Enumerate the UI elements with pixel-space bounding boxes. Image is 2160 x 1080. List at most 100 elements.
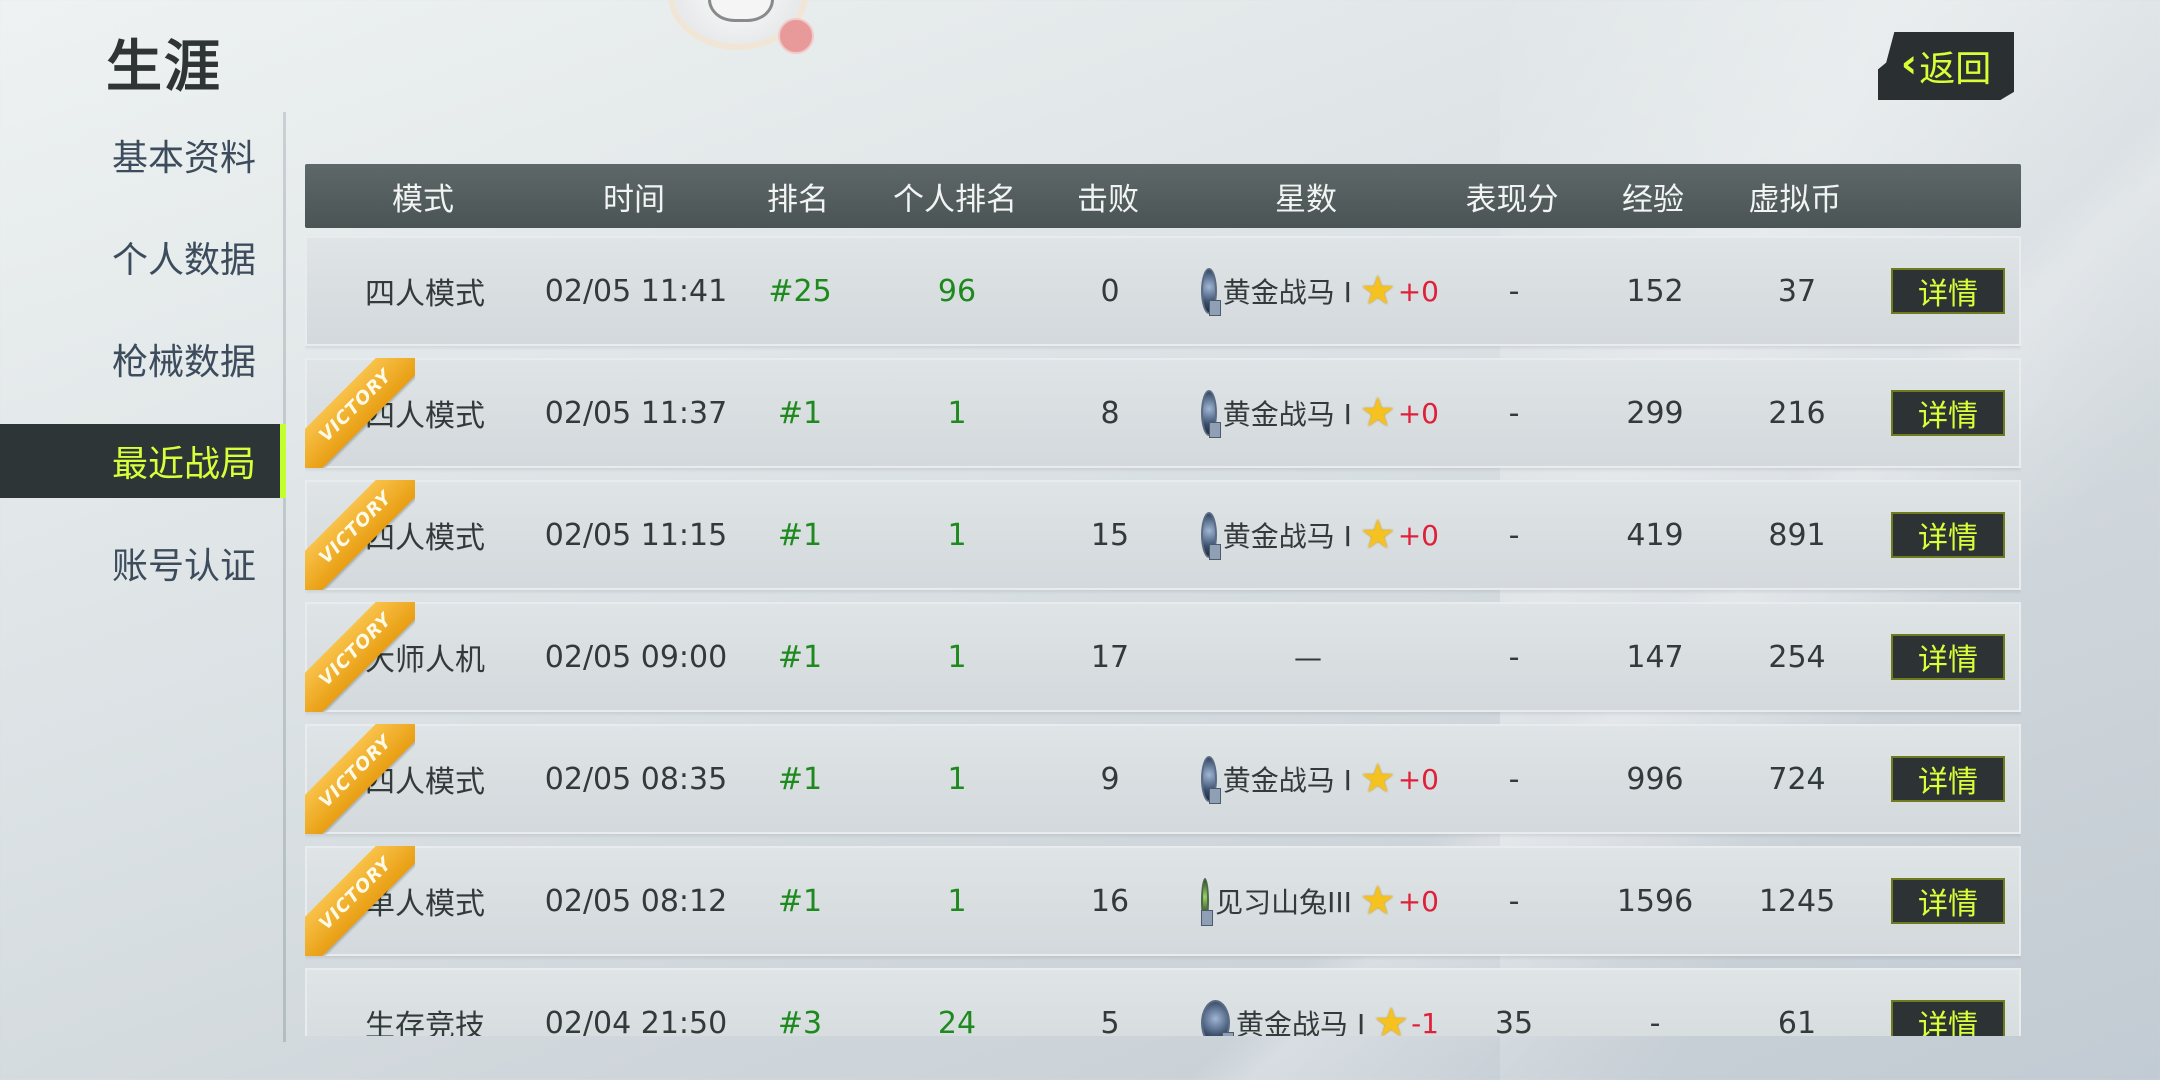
cell-rank: #1 xyxy=(777,883,823,919)
cell-exp: 1596 xyxy=(1616,883,1694,919)
cell-mode: 四人模式 xyxy=(365,765,485,800)
cell-score: - xyxy=(1508,883,1520,919)
cell-score: - xyxy=(1508,395,1520,431)
cell-action: 详情 xyxy=(1873,634,2021,680)
column-header-time: 时间 xyxy=(603,181,665,218)
rank-tier-badge-icon xyxy=(1201,756,1221,804)
column-header-mode: 模式 xyxy=(392,181,454,218)
detail-button[interactable]: 详情 xyxy=(1891,1000,2005,1036)
cell-exp: 152 xyxy=(1626,273,1684,309)
star-delta: +0 xyxy=(1397,762,1439,796)
cell-kills: 15 xyxy=(1090,517,1130,553)
star-delta: +0 xyxy=(1397,274,1439,308)
sidebar: 基本资料 个人数据 枪械数据 最近战局 账号认证 xyxy=(0,118,286,628)
detail-button[interactable]: 详情 xyxy=(1891,634,2005,680)
cell-personal-rank: 24 xyxy=(937,1005,977,1037)
cell-stars: 黄金战马 I ★ +0 xyxy=(1177,756,1439,804)
cell-coins: 254 xyxy=(1768,639,1826,675)
detail-button[interactable]: 详情 xyxy=(1891,878,2005,924)
table-row-6: 单人模式 02/05 08:12 #1 1 16 见习山兔III ★ +0 - … xyxy=(305,846,2021,956)
star-icon: ★ xyxy=(1359,878,1396,924)
cell-kills: 5 xyxy=(1100,1005,1120,1037)
match-history-table[interactable]: 模式 时间 排名 个人排名 击败 星数 表现分 经验 虚拟币 四人模式 02/0… xyxy=(305,164,2021,1036)
sidebar-item-label: 最近战局 xyxy=(112,444,257,485)
tier-name: 见习山兔III xyxy=(1215,886,1352,919)
tier-name: 黄金战马 I xyxy=(1222,764,1352,797)
cell-rank: #25 xyxy=(768,273,832,309)
cell-kills: 8 xyxy=(1100,395,1120,431)
tier-name: 黄金战马 I xyxy=(1222,398,1352,431)
sidebar-item-recent-matches[interactable]: 最近战局 xyxy=(0,424,286,498)
cell-mode: 四人模式 xyxy=(365,521,485,556)
table-row-4: 大师人机 02/05 09:00 #1 1 17 — - 147 254 详情 … xyxy=(305,602,2021,712)
detail-button[interactable]: 详情 xyxy=(1891,756,2005,802)
notification-dot xyxy=(778,18,814,54)
column-header-stars: 星数 xyxy=(1275,181,1337,218)
cell-rank: #1 xyxy=(777,395,823,431)
table-body: 四人模式 02/05 11:41 #25 96 0 黄金战马 I ★ +0 - … xyxy=(305,236,2021,1036)
cell-action: 详情 xyxy=(1873,878,2021,924)
sidebar-item-label: 基本资料 xyxy=(112,138,257,179)
cell-stars: 黄金战马 I ★ +0 xyxy=(1177,390,1439,438)
tier-name: — xyxy=(1294,640,1322,674)
cell-action: 详情 xyxy=(1873,268,2021,314)
sidebar-item-account-verification[interactable]: 账号认证 xyxy=(0,526,286,600)
cell-rank: #1 xyxy=(777,639,823,675)
cell-kills: 0 xyxy=(1100,273,1120,309)
cell-exp: 147 xyxy=(1626,639,1684,675)
sidebar-item-weapon-data[interactable]: 枪械数据 xyxy=(0,322,286,396)
cell-time: 02/05 09:00 xyxy=(544,639,728,675)
cell-stars: 黄金战马 I ★ +0 xyxy=(1177,268,1439,316)
cell-stars: 黄金战马 I ★ -1 xyxy=(1177,1000,1439,1036)
cell-time: 02/05 11:37 xyxy=(544,395,728,431)
cell-stars: 黄金战马 I ★ +0 xyxy=(1177,512,1439,560)
column-header-exp: 经验 xyxy=(1622,181,1684,218)
detail-button[interactable]: 详情 xyxy=(1891,268,2005,314)
cell-score: - xyxy=(1508,639,1520,675)
cell-personal-rank: 1 xyxy=(947,761,967,797)
sidebar-item-personal-data[interactable]: 个人数据 xyxy=(0,220,286,294)
table-row-7: 生存竞技 02/04 21:50 #3 24 5 黄金战马 I ★ -1 35 … xyxy=(305,968,2021,1036)
cell-kills: 16 xyxy=(1090,883,1130,919)
cell-coins: 724 xyxy=(1768,761,1826,797)
cell-kills: 9 xyxy=(1100,761,1120,797)
cell-time: 02/05 08:12 xyxy=(544,883,728,919)
sidebar-item-label: 个人数据 xyxy=(112,240,257,281)
cell-rank: #1 xyxy=(777,761,823,797)
tier-name: 黄金战马 I xyxy=(1222,276,1352,309)
cell-mode: 四人模式 xyxy=(365,277,485,312)
cell-exp: 299 xyxy=(1626,395,1684,431)
sidebar-item-label: 账号认证 xyxy=(112,546,257,587)
column-header-coins: 虚拟币 xyxy=(1748,181,1842,218)
star-icon: ★ xyxy=(1359,268,1396,314)
rank-tier-badge-icon xyxy=(1201,512,1221,560)
star-icon: ★ xyxy=(1373,1000,1410,1036)
rank-tier-badge-icon xyxy=(1201,1000,1235,1036)
cell-stars: — xyxy=(1177,641,1439,674)
sidebar-item-label: 枪械数据 xyxy=(112,342,257,383)
cell-coins: 61 xyxy=(1777,1005,1817,1037)
back-button[interactable]: ‹ 返回 xyxy=(1878,32,2014,100)
star-icon: ★ xyxy=(1359,756,1396,802)
detail-button[interactable]: 详情 xyxy=(1891,512,2005,558)
cell-score: - xyxy=(1508,273,1520,309)
cell-personal-rank: 1 xyxy=(947,883,967,919)
page-title: 生涯 xyxy=(106,35,222,100)
cell-action: 详情 xyxy=(1873,756,2021,802)
cell-exp: 996 xyxy=(1626,761,1684,797)
star-delta: +0 xyxy=(1397,884,1439,918)
table-header: 模式 时间 排名 个人排名 击败 星数 表现分 经验 虚拟币 xyxy=(305,164,2021,228)
detail-button[interactable]: 详情 xyxy=(1891,390,2005,436)
rank-tier-badge-icon xyxy=(1201,878,1214,926)
cell-exp: - xyxy=(1649,1005,1661,1037)
cell-time: 02/04 21:50 xyxy=(544,1005,728,1037)
cell-exp: 419 xyxy=(1626,517,1684,553)
sidebar-item-basic-info[interactable]: 基本资料 xyxy=(0,118,286,192)
cell-personal-rank: 1 xyxy=(947,517,967,553)
cell-score: - xyxy=(1508,517,1520,553)
cell-action: 详情 xyxy=(1873,1000,2021,1036)
cell-time: 02/05 08:35 xyxy=(544,761,728,797)
cell-time: 02/05 11:15 xyxy=(544,517,728,553)
tier-name: 黄金战马 I xyxy=(1236,1008,1366,1036)
cell-time: 02/05 11:41 xyxy=(544,273,728,309)
